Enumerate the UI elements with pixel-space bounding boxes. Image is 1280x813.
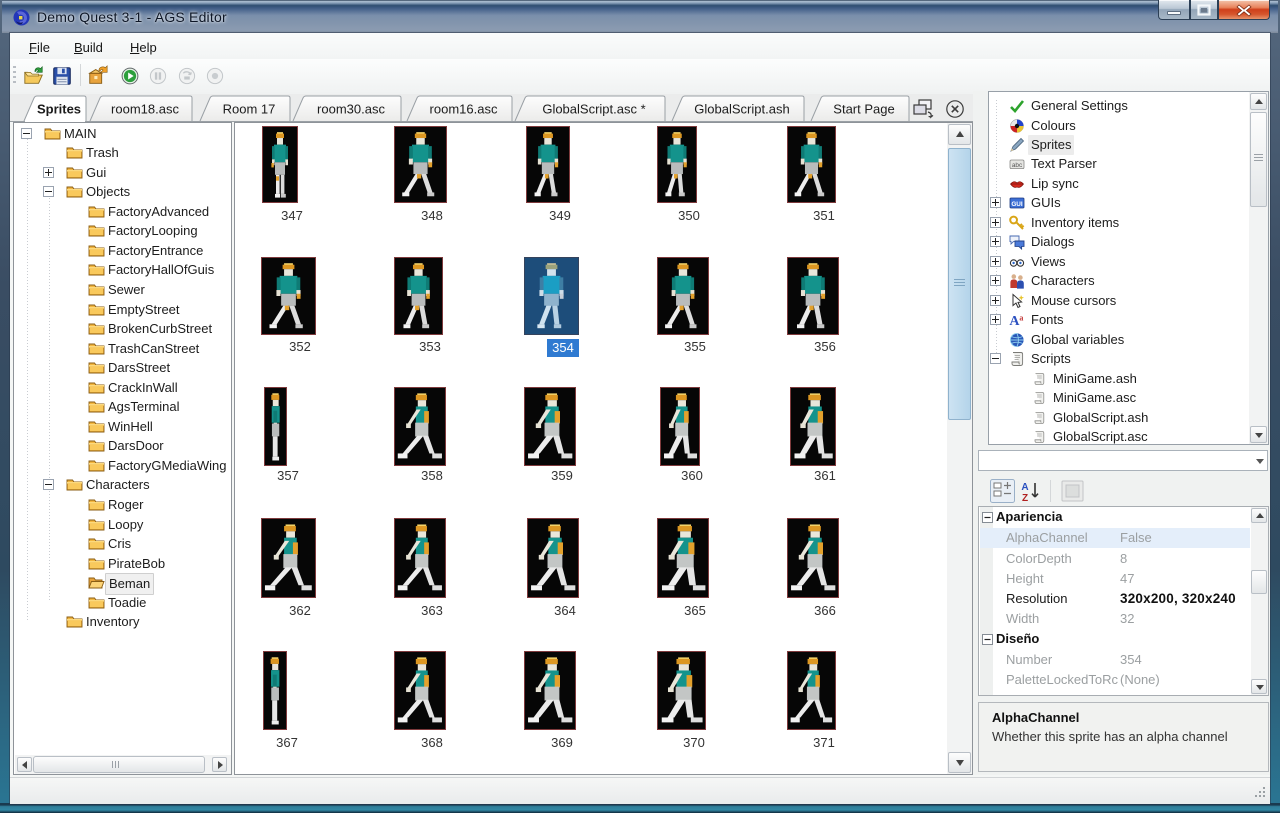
svg-text:room30.asc: room30.asc — [317, 102, 385, 117]
svg-text:Room 17: Room 17 — [223, 102, 276, 117]
svg-text:Start Page: Start Page — [833, 102, 894, 117]
svg-text:abc: abc — [1012, 162, 1023, 169]
svg-text:GlobalScript.asc *: GlobalScript.asc * — [542, 102, 645, 117]
svg-text:GUI: GUI — [1011, 201, 1023, 208]
svg-text:A: A — [1021, 482, 1028, 493]
svg-text:Z: Z — [1022, 493, 1028, 503]
svg-text:a: a — [1019, 314, 1023, 323]
svg-text:room18.asc: room18.asc — [111, 102, 179, 117]
svg-text:GlobalScript.ash: GlobalScript.ash — [694, 102, 789, 117]
svg-text:room16.asc: room16.asc — [430, 102, 498, 117]
svg-text:Sprites: Sprites — [37, 102, 81, 117]
